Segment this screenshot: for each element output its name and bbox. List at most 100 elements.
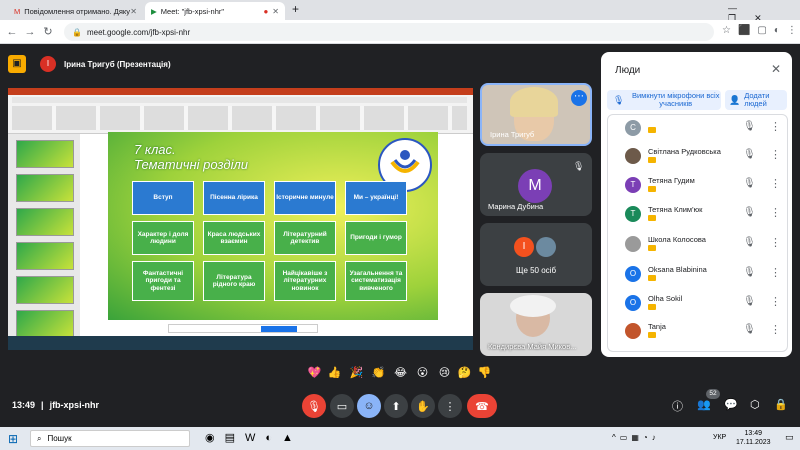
avatar: O: [625, 266, 641, 282]
mic-off-icon[interactable]: 🎙: [743, 296, 756, 307]
notifications-icon[interactable]: ▭: [785, 432, 794, 443]
slide-thumbnail[interactable]: [16, 140, 74, 168]
more-options-icon[interactable]: ⋮: [770, 148, 781, 161]
toolbar-icons[interactable]: ☆⬛▢◐⋮: [722, 25, 800, 36]
camera-toggle-button[interactable]: ▭: [330, 394, 354, 418]
info-icon[interactable]: ⓘ: [672, 398, 683, 414]
reaction-surprised[interactable]: 😮: [414, 365, 431, 382]
mic-off-icon[interactable]: 🎙: [743, 267, 756, 278]
more-options-button[interactable]: ⋮: [438, 394, 462, 418]
present-icon[interactable]: ▣: [8, 55, 26, 73]
language-indicator[interactable]: УКР: [713, 434, 726, 441]
list-item[interactable]: Світлана Рудковська 🎙 ⋮: [618, 145, 788, 167]
participant-name: Тетяна Клим'юк: [648, 205, 703, 214]
close-icon[interactable]: ✕: [771, 62, 781, 76]
reaction-party[interactable]: 🎉: [348, 365, 365, 382]
slide-thumbnail[interactable]: [16, 242, 74, 270]
emoji-icon: ☺: [363, 400, 375, 412]
topic-tile: Пригоди і гумор: [345, 221, 407, 255]
slide-thumbnail[interactable]: [16, 174, 74, 202]
list-item[interactable]: Школа Колосова 🎙 ⋮: [618, 233, 788, 255]
mic-off-icon[interactable]: 🎙: [743, 149, 756, 160]
forward-icon[interactable]: →: [22, 24, 38, 40]
search-input[interactable]: ⌕ Пошук: [30, 430, 190, 447]
avatar: [625, 323, 641, 339]
tray-icons[interactable]: ^▭▦◔♪: [612, 433, 660, 442]
activities-icon[interactable]: ⬡: [750, 398, 760, 411]
more-options-icon[interactable]: ⋮: [770, 323, 781, 336]
more-options-icon[interactable]: ⋮: [770, 295, 781, 308]
close-icon[interactable]: ✕: [130, 7, 137, 16]
participant-tile[interactable]: Кондирєва Майя Миков...: [480, 293, 592, 356]
reaction-thinking[interactable]: 🤔: [456, 365, 473, 382]
slide-thumbnail[interactable]: [16, 208, 74, 236]
mic-off-icon: 🎙: [573, 161, 585, 171]
add-people-button[interactable]: 👤 Додати людей: [725, 90, 787, 110]
present-button[interactable]: ⬆: [384, 394, 408, 418]
more-options-icon[interactable]: ⋮: [770, 266, 781, 279]
participant-tile[interactable]: ⋯ Ірина Тригуб: [480, 83, 592, 146]
reaction-laugh[interactable]: 😂: [392, 365, 409, 382]
list-item[interactable]: Т Тетяна Клим'юк 🎙 ⋮: [618, 203, 788, 225]
slide-thumbnail[interactable]: [16, 310, 74, 338]
list-item[interactable]: O Oksana Blabinina 🎙 ⋮: [618, 263, 788, 285]
reaction-clap[interactable]: 👏: [370, 365, 387, 382]
more-options-icon[interactable]: ⋮: [770, 236, 781, 249]
browser-tab-active[interactable]: ▶ Meet: "jfb-xpsi-nhr" ● ✕: [145, 2, 285, 20]
topic-tile: Фантастичні пригоди та фентезі: [132, 261, 194, 301]
new-tab-icon[interactable]: +: [292, 2, 299, 16]
mic-off-icon[interactable]: 🎙: [743, 121, 756, 132]
windows-taskbar: ⊞ ⌕ Пошук ◉▤W◐▲ ^▭▦◔♪ УКР 13:49 17.11.20…: [0, 427, 800, 450]
list-item[interactable]: Tanja 🎙 ⋮: [618, 320, 788, 342]
slide-thumbnails: [8, 134, 80, 344]
more-options-icon[interactable]: ⋮: [770, 206, 781, 219]
participant-tile[interactable]: M 🎙 Марина Дубина: [480, 153, 592, 216]
participant-name: Tanja: [648, 322, 666, 331]
clock[interactable]: 13:49 17.11.2023: [736, 429, 771, 447]
more-options-icon[interactable]: ⋮: [770, 120, 781, 133]
reaction-sad[interactable]: 😢: [436, 365, 453, 382]
meet-icon: ▶: [151, 6, 157, 16]
chat-icon[interactable]: 💬: [724, 398, 738, 411]
powerpoint-ribbon: [8, 88, 473, 134]
reaction-thumbs-up[interactable]: 👍: [326, 365, 343, 382]
raise-hand-button[interactable]: ✋: [411, 394, 435, 418]
back-icon[interactable]: ←: [4, 24, 20, 40]
list-item[interactable]: Т Тетяна Гудим 🎙 ⋮: [618, 174, 788, 196]
list-item[interactable]: C 🎙 ⋮: [618, 117, 788, 139]
more-options-icon[interactable]: ⋮: [770, 177, 781, 190]
mute-all-button[interactable]: 🎙 Вимкнути мікрофони всіх учасників: [607, 90, 721, 110]
slide-title-line: 7 клас.: [134, 142, 176, 157]
windows-start-icon[interactable]: ⊞: [8, 432, 18, 446]
address-bar[interactable]: 🔒 meet.google.com/jfb-xpsi-nhr: [64, 23, 714, 41]
mic-toggle-button[interactable]: 🎙: [302, 394, 326, 418]
leave-call-button[interactable]: ☎: [467, 394, 497, 418]
mic-off-icon[interactable]: 🎙: [743, 178, 756, 189]
reactions-button[interactable]: ☺: [357, 394, 381, 418]
slide-thumbnail[interactable]: [16, 276, 74, 304]
more-participants-tile[interactable]: І Ще 50 осіб: [480, 223, 592, 286]
host-controls-icon[interactable]: 🔒: [774, 398, 788, 411]
taskbar-apps[interactable]: ◉▤W◐▲: [205, 431, 303, 444]
people-icon[interactable]: 👥: [697, 398, 711, 411]
url-text: meet.google.com/jfb-xpsi-nhr: [86, 27, 191, 37]
list-item[interactable]: O Olha Sokil 🎙 ⋮: [618, 292, 788, 314]
mic-off-icon[interactable]: 🎙: [743, 324, 756, 335]
tab-title: Meet: "jfb-xpsi-nhr": [160, 6, 225, 16]
presentation-view: 7 клас. Тематичні розділи Вступ Пісенна …: [8, 88, 473, 350]
participant-name: Ірина Тригуб: [490, 130, 535, 139]
mic-off-icon[interactable]: 🎙: [743, 237, 756, 248]
stop-sharing-button[interactable]: [261, 326, 297, 332]
reaction-heart[interactable]: 💖: [306, 365, 323, 382]
avatar: Т: [625, 177, 641, 193]
topic-tile: Краса людських взаємин: [203, 221, 265, 255]
reload-icon[interactable]: ↻: [40, 24, 56, 40]
reaction-thumbs-down[interactable]: 👎: [476, 365, 493, 382]
close-icon[interactable]: ✕: [272, 7, 279, 16]
browser-tabstrip: M Повідомлення отримано. Дяку ✕ ▶ Meet: …: [0, 0, 800, 23]
mic-off-icon[interactable]: 🎙: [743, 207, 756, 218]
browser-tab[interactable]: M Повідомлення отримано. Дяку ✕: [8, 2, 143, 20]
more-options-icon[interactable]: ⋯: [571, 90, 587, 106]
share-notice: [168, 324, 318, 333]
badge-icon: [648, 304, 656, 310]
